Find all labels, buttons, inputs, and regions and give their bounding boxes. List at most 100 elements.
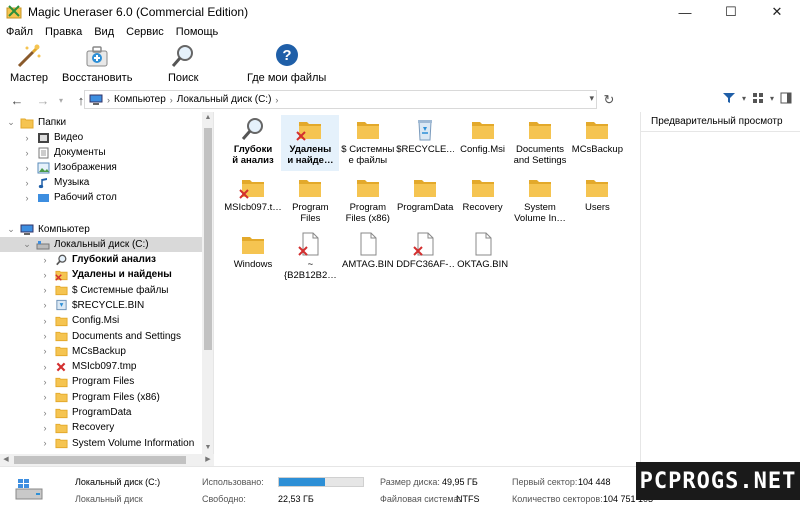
history-dropdown-icon[interactable]: ▾	[52, 91, 70, 109]
restore-button[interactable]: Восстановить	[62, 42, 132, 84]
scroll-down-icon[interactable]: ▼	[202, 442, 213, 454]
minimize-button[interactable]: —	[662, 0, 708, 24]
chevron-down-icon[interactable]: ⌄	[22, 239, 32, 250]
chevron-right-icon[interactable]: ›	[40, 285, 50, 295]
chevron-right-icon[interactable]: ›	[22, 133, 32, 143]
file-tile[interactable]: Users	[568, 173, 626, 229]
menu-view[interactable]: Вид	[88, 26, 120, 38]
file-tile[interactable]: ~{B2B12B2…	[281, 230, 339, 286]
tree-item[interactable]: › Documents and Settings	[40, 329, 181, 344]
chevron-right-icon[interactable]: ›	[40, 408, 50, 418]
file-tile[interactable]: AMTAG.BIN	[339, 230, 397, 286]
chevron-down-icon[interactable]: ⌄	[6, 224, 16, 235]
tree-item[interactable]: › MCsBackup	[40, 344, 126, 359]
scrollbar-thumb[interactable]	[204, 128, 212, 350]
search-button[interactable]: Поиск	[168, 42, 198, 84]
chevron-down-icon[interactable]: ⌄	[6, 117, 16, 128]
file-tile[interactable]: $ Системны е файлы	[339, 115, 397, 171]
chevron-right-icon[interactable]: ›	[40, 300, 50, 310]
view-dropdown-icon[interactable]: ▾	[770, 94, 774, 103]
where-are-my-files-button[interactable]: ? Где мои файлы	[247, 42, 326, 84]
tree-item[interactable]: › Глубокий анализ	[40, 252, 156, 267]
chevron-right-icon[interactable]: ›	[40, 255, 50, 265]
tree-item[interactable]: › Config.Msi	[40, 313, 120, 328]
tree-item-video[interactable]: › Видео	[22, 130, 84, 145]
chevron-right-icon[interactable]: ›	[40, 438, 50, 448]
breadcrumb-drive[interactable]: Локальный диск (C:)	[177, 94, 272, 105]
scroll-up-icon[interactable]: ▲	[202, 112, 213, 124]
tree-computer-node[interactable]: ⌄ Компьютер	[6, 222, 90, 237]
tree-folders-node[interactable]: ⌄ Папки	[6, 115, 66, 130]
menu-help[interactable]: Помощь	[170, 26, 225, 38]
file-tile-label: Recovery	[462, 201, 503, 213]
file-tile[interactable]: Program Files (x86)	[339, 173, 397, 229]
tree-horizontal-scrollbar[interactable]: ◀ ▶	[0, 454, 214, 466]
chevron-right-icon[interactable]: ›	[22, 148, 32, 158]
tree-item[interactable]: › Удалены и найдены	[40, 267, 172, 282]
address-bar[interactable]: › Компьютер › Локальный диск (C:) › ▾	[84, 90, 597, 109]
file-tile[interactable]: OKTAG.BIN	[454, 230, 512, 286]
breadcrumb-computer[interactable]: Компьютер	[114, 94, 166, 105]
scroll-left-icon[interactable]: ◀	[0, 454, 12, 466]
svg-text:?: ?	[282, 47, 291, 64]
tree-item[interactable]: › Program Files	[40, 374, 135, 389]
file-tile[interactable]: Удалены и найде…	[281, 115, 340, 171]
filter-dropdown-icon[interactable]: ▾	[742, 94, 746, 103]
chevron-right-icon[interactable]: ›	[40, 392, 50, 402]
breadcrumb-separator-icon: ›	[275, 94, 279, 105]
chevron-right-icon[interactable]: ›	[40, 377, 50, 387]
layout-panel-icon[interactable]	[780, 92, 792, 104]
file-tile[interactable]: Config.Msi	[454, 115, 512, 171]
scroll-right-icon[interactable]: ▶	[202, 454, 214, 466]
chevron-right-icon[interactable]: ›	[22, 193, 32, 203]
chevron-right-icon[interactable]: ›	[40, 346, 50, 356]
menu-edit[interactable]: Правка	[39, 26, 88, 38]
tree-item[interactable]: › ProgramData	[40, 405, 132, 420]
filter-icon[interactable]	[722, 92, 736, 104]
forward-arrow-icon[interactable]: →	[34, 91, 52, 109]
tree-item[interactable]: › Program Files (x86)	[40, 390, 160, 405]
menu-file[interactable]: Файл	[0, 26, 39, 38]
file-tile[interactable]: MCsBackup	[568, 115, 626, 171]
file-tile[interactable]: Глубоки й анализ	[224, 115, 282, 171]
folder-icon	[54, 437, 68, 450]
file-tile[interactable]: ProgramData	[396, 173, 454, 229]
tree-vertical-scrollbar[interactable]: ▲ ▼	[202, 112, 213, 454]
chevron-right-icon[interactable]: ›	[40, 316, 50, 326]
file-tile[interactable]: Program Files	[281, 173, 339, 229]
back-arrow-icon[interactable]: ←	[8, 91, 26, 109]
folder-icon	[54, 391, 68, 404]
file-tile[interactable]: DDFC36AF-…	[396, 230, 454, 286]
tree-item[interactable]: › Recovery	[40, 420, 115, 435]
file-tile[interactable]: Documents and Settings	[511, 115, 569, 171]
address-dropdown-icon[interactable]: ▾	[589, 93, 594, 104]
maximize-button[interactable]: ☐	[708, 0, 754, 24]
tree-item[interactable]: › MSIcb097.tmp	[40, 359, 137, 374]
file-tile[interactable]: $RECYCLE.…	[396, 115, 454, 171]
view-mode-icon[interactable]	[752, 92, 764, 104]
tree-item[interactable]: › $RECYCLE.BIN	[40, 298, 145, 313]
tree-item-music[interactable]: › Музыка	[22, 175, 90, 190]
tree-item-desktop[interactable]: › Рабочий стол	[22, 190, 117, 205]
file-tile[interactable]: MSIcb097.t…	[224, 173, 282, 229]
menu-service[interactable]: Сервис	[120, 26, 170, 38]
chevron-right-icon[interactable]: ›	[40, 270, 50, 280]
close-button[interactable]: ✕	[754, 0, 800, 24]
chevron-right-icon[interactable]: ›	[40, 362, 50, 372]
chevron-right-icon[interactable]: ›	[40, 423, 50, 433]
chevron-right-icon[interactable]: ›	[22, 163, 32, 173]
tree-item[interactable]: › $ Системные файлы	[40, 283, 169, 298]
chevron-right-icon[interactable]: ›	[22, 178, 32, 188]
file-tile[interactable]: Recovery	[454, 173, 512, 229]
tree-item[interactable]: › System Volume Information	[40, 436, 195, 451]
file-tile[interactable]: Windows	[224, 230, 282, 286]
file-tile[interactable]: System Volume In…	[511, 173, 569, 229]
tree-item-documents[interactable]: › Документы	[22, 145, 106, 160]
wizard-button[interactable]: Мастер	[10, 42, 48, 84]
folder-icon	[54, 330, 68, 343]
tree-item-images[interactable]: › Изображения	[22, 160, 117, 175]
chevron-right-icon[interactable]: ›	[40, 331, 50, 341]
tree-drive-c[interactable]: ⌄ Локальный диск (C:)	[0, 237, 202, 252]
refresh-icon[interactable]: ↻	[601, 92, 617, 108]
scrollbar-thumb[interactable]	[14, 456, 186, 464]
